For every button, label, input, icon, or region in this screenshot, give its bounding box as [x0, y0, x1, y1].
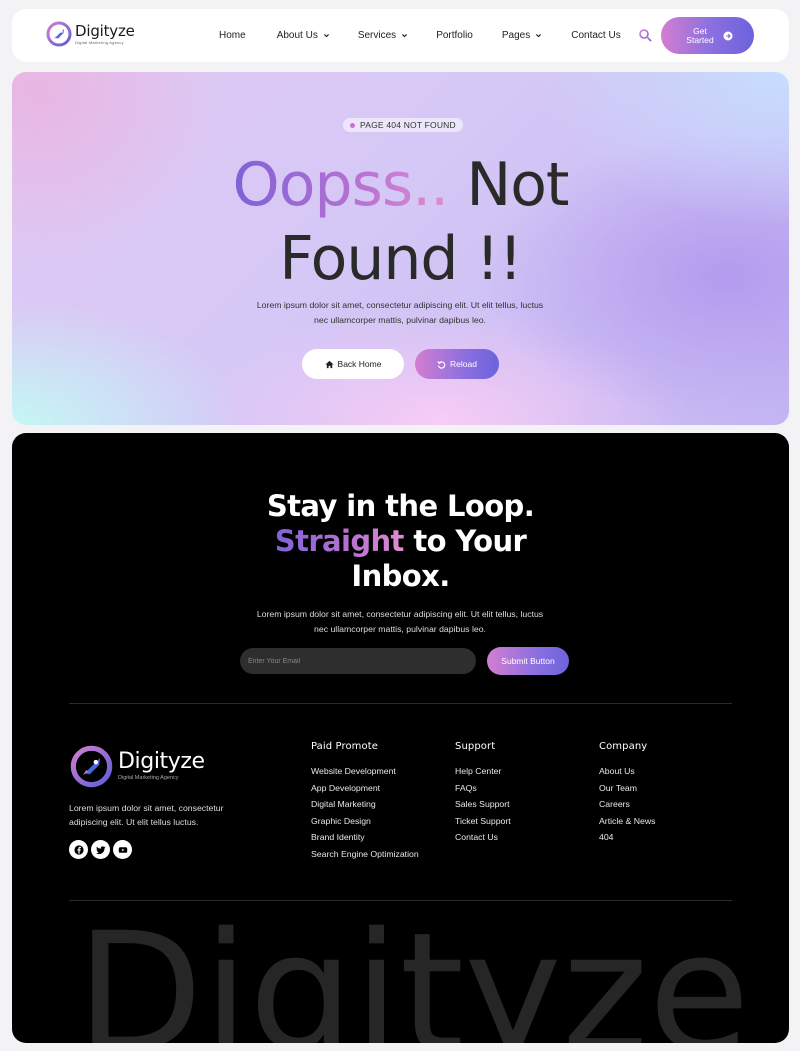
nav-home[interactable]: Home [219, 30, 246, 41]
hero-title-gradient: Oopss.. [232, 150, 450, 220]
back-home-button[interactable]: Back Home [302, 349, 404, 379]
hero-404: PAGE 404 NOT FOUND Oopss.. Not Found !! … [12, 72, 789, 425]
rocket-logo-icon [46, 21, 72, 47]
rocket-logo-icon [70, 745, 113, 788]
home-icon [324, 360, 334, 368]
footer-link[interactable]: About Us [599, 763, 655, 780]
chevron-down-icon [323, 34, 329, 38]
get-started-button[interactable]: Get Started [661, 17, 754, 54]
site-footer: Stay in the Loop. Straight to Your Inbox… [12, 433, 789, 1043]
nav-about-us[interactable]: About Us [277, 30, 330, 41]
hero-title: Oopss.. Not Found !! [12, 148, 789, 296]
footer-link[interactable]: Article & News [599, 813, 655, 830]
page-404-badge: PAGE 404 NOT FOUND [343, 118, 463, 132]
footer-link[interactable]: Contact Us [455, 829, 511, 846]
footer-link[interactable]: Digital Marketing [311, 796, 419, 813]
nav-home-label: Home [219, 30, 246, 41]
nav-pages[interactable]: Pages [502, 30, 542, 41]
footer-link[interactable]: 404 [599, 829, 655, 846]
footer-column-paid-promote: Paid Promote Website Development App Dev… [311, 741, 419, 862]
footer-link[interactable]: FAQs [455, 780, 511, 797]
social-links [69, 840, 135, 859]
submit-button[interactable]: Submit Button [487, 647, 569, 675]
chevron-down-icon [402, 34, 408, 38]
badge-dot [350, 122, 355, 128]
logo-name: Digityze [75, 21, 135, 40]
reload-icon [437, 360, 446, 369]
logo-tagline: Digital Marketing Agency [75, 39, 124, 45]
nav-services[interactable]: Services [358, 30, 408, 41]
footer-link[interactable]: Brand Identity [311, 829, 419, 846]
newsletter-title: Stay in the Loop. Straight to Your Inbox… [12, 489, 789, 594]
footer-logo-name: Digityze [118, 749, 205, 775]
footer-link[interactable]: Graphic Design [311, 813, 419, 830]
newsletter-title-line1: Stay in the Loop. [266, 489, 535, 523]
site-header: Digityze Digital Marketing Agency Home A… [12, 9, 789, 62]
footer-link[interactable]: Search Engine Optimization [311, 846, 419, 863]
logo[interactable]: Digityze Digital Marketing Agency [46, 21, 135, 47]
main-nav: Home About Us Services Portfolio Pages C… [219, 9, 621, 62]
footer-about: Lorem ipsum dolor sit amet, consectetur … [69, 803, 224, 827]
footer-column-company: Company About Us Our Team Careers Articl… [599, 741, 655, 846]
youtube-icon [118, 846, 127, 853]
footer-link[interactable]: Help Center [455, 763, 511, 780]
nav-services-label: Services [357, 30, 397, 41]
hero-description: Lorem ipsum dolor sit amet, consectetur … [256, 300, 544, 325]
newsletter-title-line3: Inbox. [351, 559, 450, 593]
twitter-icon [95, 845, 105, 854]
footer-link[interactable]: Website Development [311, 763, 419, 780]
nav-about-us-label: About Us [276, 30, 318, 41]
footer-link[interactable]: Sales Support [455, 796, 511, 813]
nav-contact-us[interactable]: Contact Us [571, 30, 620, 41]
nav-portfolio-label: Portfolio [436, 30, 473, 41]
reload-button[interactable]: Reload [415, 349, 499, 379]
footer-divider-top [69, 703, 732, 704]
submit-label: Submit Button [501, 656, 555, 666]
newsletter-description: Lorem ipsum dolor sit amet, consectetur … [256, 609, 544, 634]
footer-link[interactable]: Careers [599, 796, 655, 813]
chevron-down-icon [536, 34, 542, 38]
arrow-right-circle-icon [723, 31, 733, 40]
footer-wordmark: Digityze [76, 897, 750, 1043]
badge-label: PAGE 404 NOT FOUND [360, 120, 456, 130]
newsletter-title-line2: to Your [413, 524, 527, 558]
footer-link[interactable]: Ticket Support [455, 813, 511, 830]
footer-column-support: Support Help Center FAQs Sales Support T… [455, 741, 511, 846]
hero-title-part1: Not [466, 150, 569, 220]
youtube-link[interactable] [113, 840, 132, 859]
facebook-icon [73, 844, 84, 855]
search-icon[interactable] [638, 28, 652, 42]
footer-column-title: Paid Promote [311, 741, 379, 752]
facebook-link[interactable] [69, 840, 88, 859]
email-input[interactable] [240, 648, 476, 674]
reload-label: Reload [450, 359, 477, 369]
hero-title-part2: Found !! [279, 224, 522, 294]
footer-column-title: Support [455, 741, 496, 752]
get-started-label: Get Started [686, 25, 714, 45]
footer-column-title: Company [599, 741, 648, 752]
nav-portfolio[interactable]: Portfolio [436, 30, 473, 41]
twitter-link[interactable] [91, 840, 110, 859]
footer-link[interactable]: App Development [311, 780, 419, 797]
footer-logo-tagline: Digital Marketing Agency [118, 775, 179, 782]
newsletter-title-gradient: Straight [274, 524, 405, 558]
footer-link[interactable]: Our Team [599, 780, 655, 797]
nav-pages-label: Pages [501, 30, 531, 41]
nav-contact-us-label: Contact Us [571, 30, 621, 41]
footer-logo[interactable]: Digityze Digital Marketing Agency [69, 744, 205, 789]
back-home-label: Back Home [337, 359, 382, 369]
